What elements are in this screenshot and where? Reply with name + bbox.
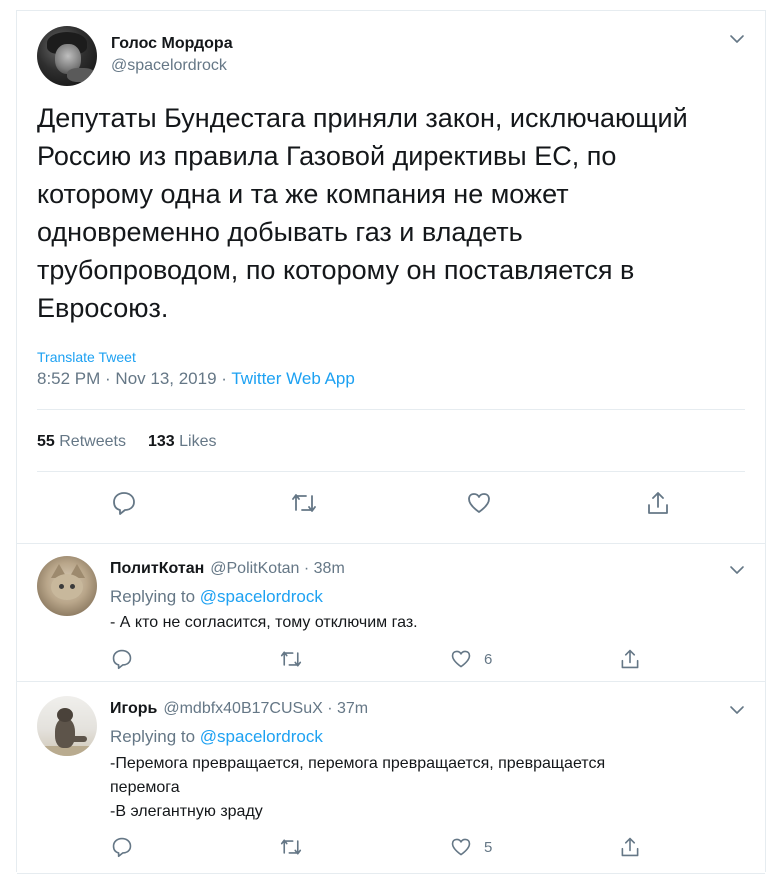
chevron-down-icon[interactable] xyxy=(729,31,745,47)
like-icon[interactable] xyxy=(466,490,492,516)
avatar-eye xyxy=(59,584,64,589)
share-icon[interactable] xyxy=(645,489,671,517)
retweets-label: Retweets xyxy=(59,433,126,450)
reply-author-meta[interactable]: @mdbfx40B17CUSuX · 37m xyxy=(163,700,368,717)
replying-to: Replying to @spacelordrock xyxy=(110,727,323,747)
like-count: 6 xyxy=(484,651,493,668)
tweet-meta: 8:52 PM · Nov 13, 2019 · Twitter Web App xyxy=(37,369,355,389)
avatar[interactable] xyxy=(37,556,97,616)
retweet-icon[interactable] xyxy=(290,490,318,516)
reply-icon[interactable] xyxy=(111,648,133,670)
likes-label: Likes xyxy=(179,433,217,450)
divider xyxy=(37,471,745,472)
replying-to-prefix: Replying to xyxy=(110,587,200,606)
share-icon[interactable] xyxy=(619,647,641,671)
tweet-source-app[interactable]: Twitter Web App xyxy=(231,369,354,388)
avatar-cat-tail xyxy=(71,736,87,742)
reply-icon[interactable] xyxy=(111,836,133,858)
like-icon[interactable] xyxy=(450,648,472,670)
tweet-text: Депутаты Бундестага приняли закон, исклю… xyxy=(37,103,688,323)
retweets-stat[interactable]: 55 Retweets xyxy=(37,433,126,450)
reply-tweet[interactable]: ПолитКотан @PolitKotan · 38m Replying to … xyxy=(17,543,765,682)
avatar-cat-body xyxy=(55,718,75,748)
author-handle[interactable]: @spacelordrock xyxy=(111,57,227,75)
likes-count: 133 xyxy=(147,433,175,450)
reply-icon[interactable] xyxy=(111,490,137,516)
chevron-down-icon[interactable] xyxy=(729,702,745,718)
chevron-down-icon[interactable] xyxy=(729,562,745,578)
avatar-hand xyxy=(67,68,95,82)
avatar-head xyxy=(51,574,83,600)
reply-author-meta[interactable]: @PolitKotan · 38m xyxy=(210,560,345,577)
reply-author-name[interactable]: Игорь xyxy=(110,700,157,717)
reply-text: - А кто не согласится, тому отключим газ… xyxy=(110,614,418,631)
likes-stat[interactable]: 133 Likes xyxy=(148,433,217,450)
replying-to-mention[interactable]: @spacelordrock xyxy=(200,587,323,606)
reply-author: Игорь @mdbfx40B17CUSuX · 37m xyxy=(110,700,368,718)
avatar-cat-head xyxy=(57,708,73,722)
avatar[interactable] xyxy=(37,696,97,756)
avatar[interactable] xyxy=(37,26,97,86)
like-count: 5 xyxy=(484,839,493,856)
main-tweet: Голос Мордора @spacelordrock Депутаты Бу… xyxy=(17,11,765,543)
author-name[interactable]: Голос Мордора xyxy=(111,35,233,53)
reply-author-name[interactable]: ПолитКотан xyxy=(110,560,204,577)
translate-tweet-link[interactable]: Translate Tweet xyxy=(37,349,136,365)
divider xyxy=(37,409,745,410)
retweets-count: 55 xyxy=(37,433,55,450)
retweet-icon[interactable] xyxy=(279,648,303,670)
replying-to: Replying to @spacelordrock xyxy=(110,587,323,607)
like-icon[interactable] xyxy=(450,836,472,858)
timeline: Голос Мордора @spacelordrock Депутаты Бу… xyxy=(16,10,766,874)
avatar-eye xyxy=(70,584,75,589)
replying-to-mention[interactable]: @spacelordrock xyxy=(200,727,323,746)
tweet-stats: 55 Retweets 133 Likes xyxy=(37,433,216,451)
retweet-icon[interactable] xyxy=(279,836,303,858)
replying-to-prefix: Replying to xyxy=(110,727,200,746)
share-icon[interactable] xyxy=(619,835,641,859)
reply-author: ПолитКотан @PolitKotan · 38m xyxy=(110,560,345,578)
tweet-timestamp[interactable]: 8:52 PM · Nov 13, 2019 · xyxy=(37,369,231,388)
reply-text: -Перемога превращается, перемога превращ… xyxy=(110,755,606,820)
reply-tweet[interactable]: Игорь @mdbfx40B17CUSuX · 37m Replying to … xyxy=(17,681,765,874)
